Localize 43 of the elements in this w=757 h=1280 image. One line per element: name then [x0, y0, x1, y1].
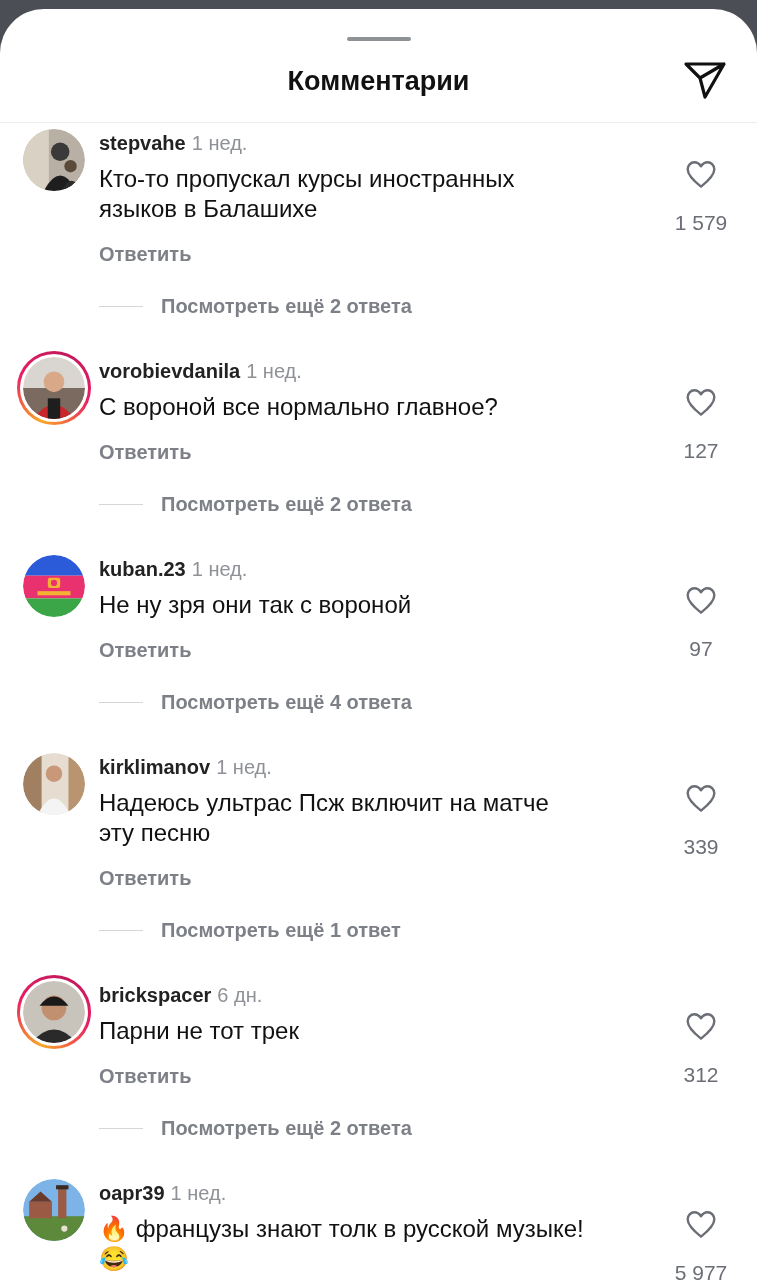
view-replies-link[interactable]: Посмотреть ещё 2 ответа: [161, 490, 412, 518]
comment-time: 1 нед.: [216, 755, 272, 780]
view-replies-link[interactable]: Посмотреть ещё 2 ответа: [161, 292, 412, 320]
reply-link[interactable]: Ответить: [99, 636, 192, 664]
username[interactable]: stepvahe: [99, 129, 186, 157]
like-count: 97: [689, 636, 713, 662]
username[interactable]: brickspacer: [99, 981, 212, 1009]
view-replies-link[interactable]: Посмотреть ещё 2 ответа: [161, 1114, 412, 1142]
like-count: 5 977: [674, 1260, 728, 1280]
heart-icon[interactable]: [685, 1209, 717, 1239]
username[interactable]: vorobievdanila: [99, 357, 241, 385]
heart-icon[interactable]: [685, 1011, 717, 1041]
username[interactable]: kuban.23: [99, 555, 186, 583]
comment-text: Кто-то пропускал курсы иностранных языков в Балашихе: [99, 164, 516, 224]
heart-icon[interactable]: [685, 783, 717, 813]
like-count: 339: [683, 834, 719, 860]
comment-text: 🔥 французы знают толк в русской музыке! 😂: [99, 1214, 585, 1274]
like-count: 312: [683, 1062, 719, 1088]
view-replies-link[interactable]: Посмотреть ещё 4 ответа: [161, 688, 412, 716]
paper-plane-icon[interactable]: [683, 60, 727, 100]
drag-handle[interactable]: [346, 37, 411, 41]
like-count: 1 579: [674, 210, 728, 236]
comment-text: С вороной все нормально главное?: [99, 392, 498, 422]
sheet-title: Комментарии: [287, 65, 470, 99]
username[interactable]: kirklimanov: [99, 753, 211, 781]
reply-link[interactable]: Ответить: [99, 240, 192, 268]
username[interactable]: oapr39: [99, 1179, 165, 1207]
reply-link[interactable]: Ответить: [99, 438, 192, 466]
comment-text: Не ну зря они так с вороной: [99, 590, 412, 620]
comment-text: Парни не тот трек: [99, 1016, 299, 1046]
view-replies-link[interactable]: Посмотреть ещё 1 ответ: [161, 916, 401, 944]
comment-time: 1 нед.: [170, 1181, 227, 1206]
heart-icon[interactable]: [685, 159, 717, 189]
heart-icon[interactable]: [685, 387, 717, 417]
comment-time: 1 нед.: [191, 131, 248, 156]
reply-link[interactable]: Ответить: [99, 1062, 192, 1090]
like-count: 127: [683, 438, 719, 464]
comment-time: 1 нед.: [246, 359, 302, 384]
comment-text: Надеюсь ультрас Псж включит на матче эту песню: [99, 788, 550, 848]
comment-time: 1 нед.: [191, 557, 248, 582]
heart-icon[interactable]: [685, 585, 717, 615]
reply-link[interactable]: Ответить: [99, 864, 192, 892]
comment-time: 6 дн.: [217, 983, 263, 1008]
